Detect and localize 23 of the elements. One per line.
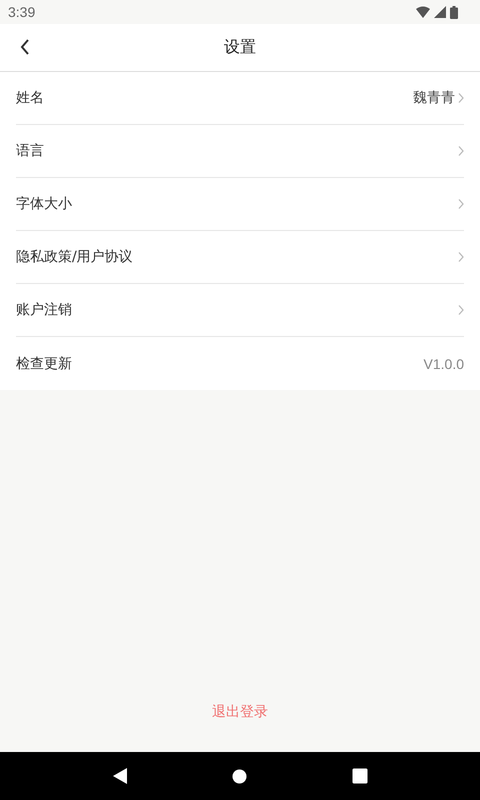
settings-row[interactable]: 字体大小 — [16, 178, 464, 231]
settings-row[interactable]: 隐私政策/用户协议 — [16, 231, 464, 284]
row-label: 姓名 — [16, 89, 44, 107]
settings-row[interactable]: 姓名 魏青青 — [16, 72, 464, 125]
status-time: 3:39 — [8, 4, 36, 20]
signal-icon — [434, 6, 446, 18]
back-icon[interactable] — [20, 39, 30, 55]
row-label: 隐私政策/用户协议 — [16, 248, 133, 266]
row-value: 魏青青 — [413, 89, 455, 107]
wifi-icon — [416, 6, 430, 18]
settings-row[interactable]: 检查更新 V1.0.0 — [16, 337, 464, 390]
row-label: 语言 — [16, 142, 44, 160]
row-label: 账户注销 — [16, 301, 72, 319]
row-label: 字体大小 — [16, 195, 72, 213]
home-nav-icon[interactable] — [232, 768, 248, 784]
recents-nav-icon[interactable] — [352, 768, 368, 784]
back-nav-icon[interactable] — [112, 768, 128, 784]
page-title: 设置 — [224, 37, 256, 58]
settings-row[interactable]: 语言 — [16, 125, 464, 178]
row-value: V1.0.0 — [424, 356, 464, 372]
battery-icon — [450, 6, 458, 18]
row-label: 检查更新 — [16, 354, 72, 372]
settings-row[interactable]: 账户注销 — [16, 284, 464, 337]
